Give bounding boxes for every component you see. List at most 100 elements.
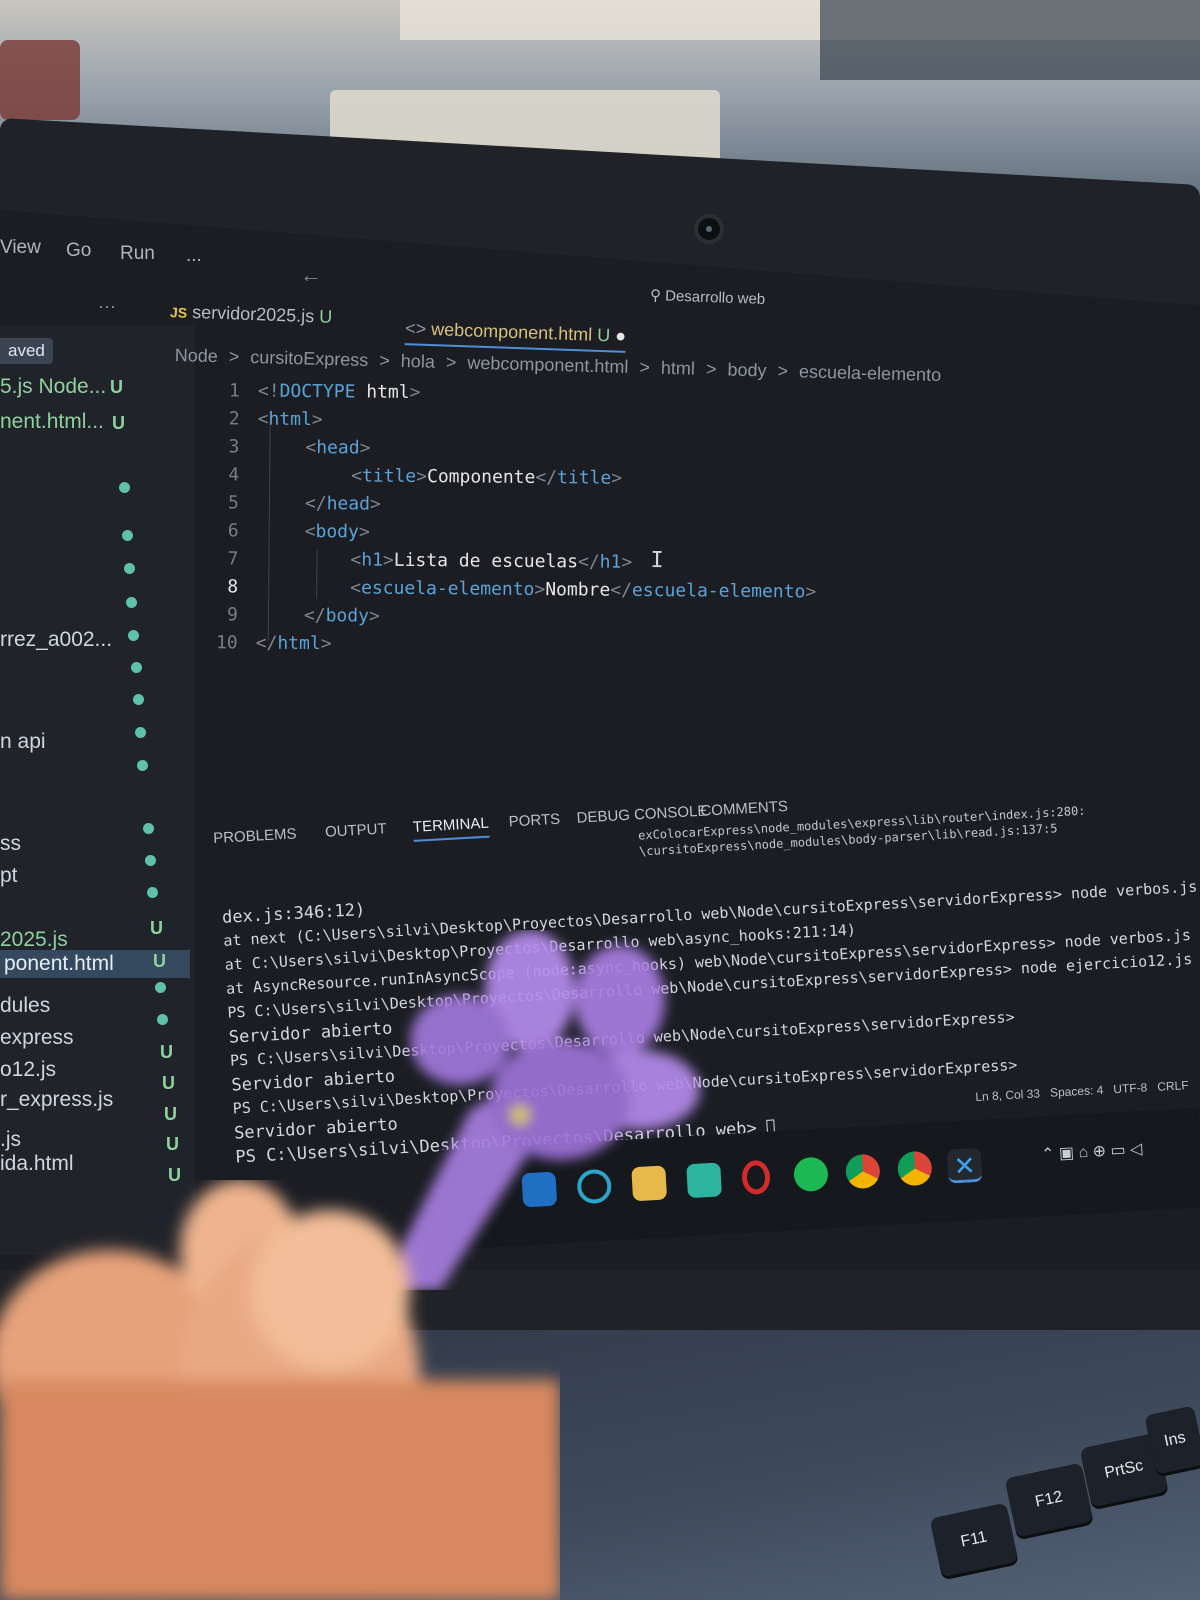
chair: [0, 40, 80, 120]
line-number: 7: [227, 548, 239, 570]
opera-icon[interactable]: [741, 1159, 771, 1196]
breadcrumb-item[interactable]: escuela-elemento: [799, 361, 942, 385]
breadcrumb-separator: >: [379, 350, 391, 371]
sidebar-item[interactable]: .js: [0, 1128, 21, 1152]
sidebar-item[interactable]: r_express.js: [0, 1088, 113, 1112]
code-editor[interactable]: 1 2 3 4 5 6 7 8 9 10 <!DOCTYPE html> <ht…: [186, 380, 1190, 839]
tab-problems[interactable]: PROBLEMS: [213, 825, 297, 847]
breadcrumb-item[interactable]: webcomponent.html: [467, 353, 629, 377]
git-status-badge: U: [160, 1042, 173, 1062]
line-number: 9: [227, 604, 239, 626]
git-dot-icon: [137, 760, 148, 771]
tab-git-badge: U: [596, 324, 611, 346]
code-line-10: </html>: [255, 632, 332, 655]
git-dot-icon: [157, 1014, 168, 1025]
git-status-badge: U: [153, 951, 166, 971]
tab-comments[interactable]: COMMENTS: [700, 798, 788, 820]
code-line-6: <body>: [304, 521, 370, 543]
git-status-badge: U: [112, 413, 125, 433]
spotify-icon[interactable]: [793, 1156, 829, 1193]
tab-output[interactable]: OUTPUT: [325, 820, 388, 840]
git-dot-icon: [131, 662, 142, 673]
line-number: 5: [227, 492, 240, 514]
chrome-profile-icon[interactable]: [896, 1150, 933, 1187]
sidebar-item[interactable]: express: [0, 1026, 74, 1050]
breadcrumb-item[interactable]: body: [727, 359, 767, 380]
status-position[interactable]: Ln 8, Col 33: [975, 1086, 1040, 1104]
sidebar-item[interactable]: dules: [0, 994, 50, 1018]
room-panel: [820, 0, 1200, 80]
git-dot-icon: [147, 887, 158, 898]
code-line-3: <head>: [305, 437, 371, 459]
sidebar-item[interactable]: 2025.js: [0, 928, 68, 952]
terminal-line: dex.js:346:12): [221, 899, 366, 928]
indent-guide: [267, 410, 271, 641]
git-dot-icon: [128, 630, 139, 641]
unsaved-dot-icon: ●: [614, 325, 627, 346]
vscode-icon[interactable]: ✕: [946, 1147, 983, 1184]
menu-more[interactable]: ...: [186, 245, 202, 267]
webcam-icon: [694, 214, 724, 244]
breadcrumb-item[interactable]: hola: [401, 351, 436, 372]
menu-view[interactable]: View: [0, 237, 41, 259]
git-status-badge: U: [164, 1104, 177, 1124]
breadcrumb-separator: >: [639, 357, 651, 378]
git-dot-icon: [155, 982, 166, 993]
key-f11[interactable]: F11: [929, 1502, 1019, 1578]
breadcrumb-item[interactable]: html: [661, 358, 696, 379]
html-file-icon: <>: [404, 318, 432, 340]
search-label: Desarrollo web: [664, 287, 766, 309]
status-eol[interactable]: CRLF: [1157, 1078, 1189, 1094]
menu-go[interactable]: Go: [66, 240, 91, 262]
git-dot-icon: [145, 855, 156, 866]
git-dot-icon: [143, 823, 154, 834]
git-status-badge: U: [150, 918, 163, 938]
git-dot-icon: [122, 530, 133, 541]
chrome-icon[interactable]: [844, 1153, 881, 1190]
code-line-4: <title>Componente</title>: [351, 465, 623, 489]
js-file-icon: JS: [169, 304, 188, 321]
line-number-active: 8: [227, 576, 239, 598]
sidebar-item[interactable]: rrez_a002...: [0, 628, 112, 652]
line-number: 2: [228, 408, 240, 430]
explorer-more-icon[interactable]: ···: [98, 296, 116, 317]
code-line-1: <!DOCTYPE html>: [257, 380, 421, 404]
line-number: 4: [228, 464, 240, 486]
breadcrumb-item[interactable]: Node: [174, 345, 218, 366]
sidebar-item[interactable]: pt: [0, 864, 18, 888]
menu-run[interactable]: Run: [120, 243, 155, 265]
line-number: 3: [228, 436, 240, 458]
git-dot-icon: [133, 694, 144, 705]
text-cursor-icon: I: [650, 548, 664, 574]
key-f12[interactable]: F12: [1004, 1462, 1094, 1538]
status-spaces[interactable]: Spaces: 4: [1050, 1083, 1104, 1100]
line-number: 10: [215, 632, 238, 654]
hand: [0, 1180, 560, 1600]
git-status-badge: U: [162, 1073, 175, 1093]
breadcrumb-separator: >: [445, 352, 457, 373]
sidebar-item[interactable]: ss: [0, 832, 21, 856]
line-number: 6: [227, 520, 239, 542]
tab-label: servidor2025.js: [191, 301, 315, 327]
status-encoding[interactable]: UTF-8: [1113, 1080, 1148, 1096]
sidebar-item[interactable]: 5.js Node...: [0, 375, 106, 399]
system-tray-icons[interactable]: ⌃ ▣ ⌂ ⊕ ▭ ◁: [1041, 1139, 1144, 1179]
line-number: 1: [228, 380, 240, 402]
breadcrumb-item[interactable]: cursitoExpress: [250, 347, 369, 370]
tab-git-badge: U: [318, 306, 333, 327]
git-dot-icon: [124, 563, 135, 574]
sidebar-item[interactable]: n api: [0, 730, 46, 754]
breadcrumb-separator: >: [777, 360, 789, 382]
git-status-badge: U: [110, 377, 123, 397]
sidebar-item[interactable]: nent.html...: [0, 410, 104, 434]
sidebar-item[interactable]: ida.html: [0, 1152, 74, 1176]
indent-guide: [316, 549, 318, 600]
tab-terminal[interactable]: TERMINAL: [412, 814, 490, 842]
breadcrumb-separator: >: [228, 346, 240, 367]
sidebar-item[interactable]: o12.js: [0, 1058, 56, 1082]
search-icon: ⚲: [649, 286, 666, 305]
tab-ports[interactable]: PORTS: [508, 811, 560, 831]
git-dot-icon: [119, 482, 130, 493]
back-arrow-icon[interactable]: ←: [300, 262, 322, 288]
git-dot-icon: [126, 597, 137, 608]
